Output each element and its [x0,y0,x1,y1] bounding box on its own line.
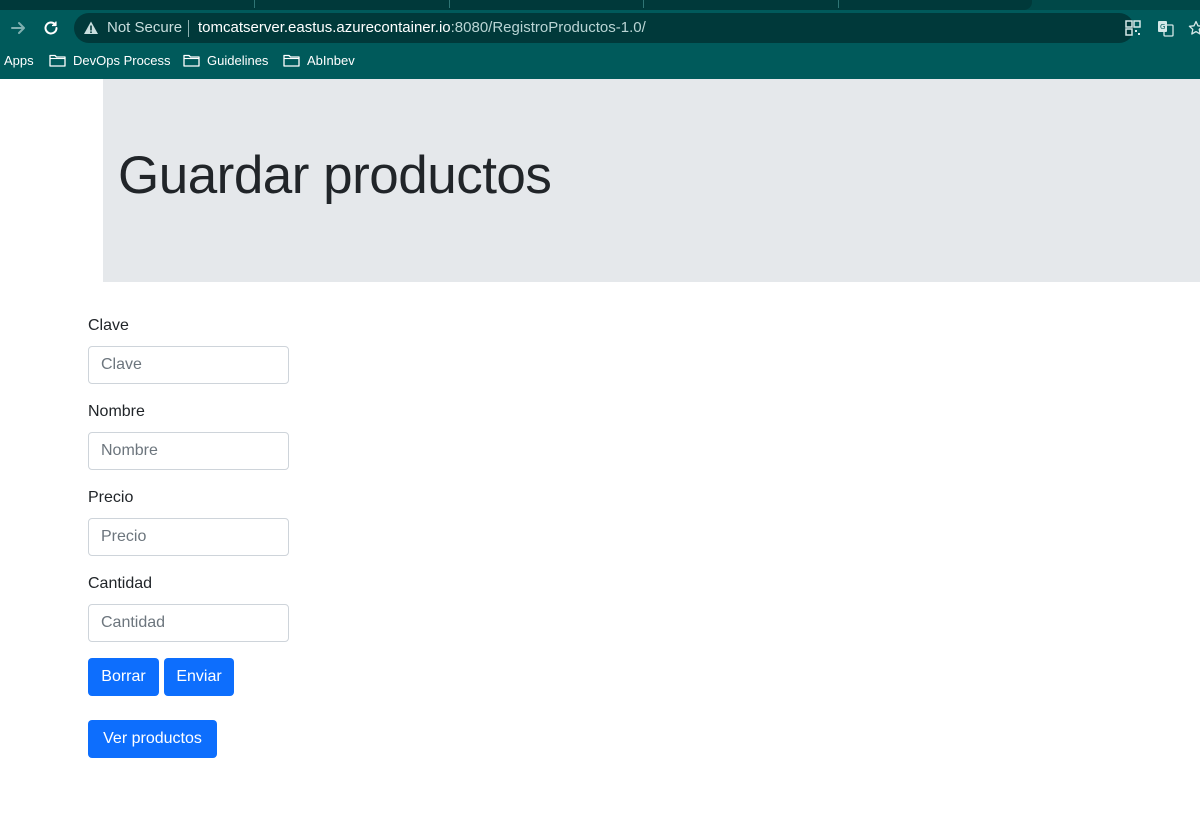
precio-label: Precio [88,489,134,506]
tab-separator [449,0,450,8]
folder-icon [183,54,200,67]
nombre-label: Nombre [88,403,145,420]
enviar-button[interactable]: Enviar [164,658,234,696]
ver-productos-button[interactable]: Ver productos [88,720,217,758]
tab-separator [254,0,255,8]
cantidad-label: Cantidad [88,575,153,592]
bookmark-devops-process[interactable]: DevOps Process [49,51,171,69]
browser-chrome: Not Secure tomcatserver.eastus.azurecont… [0,0,1200,79]
bookmark-apps[interactable]: Apps [4,51,34,69]
bookmark-abinbev[interactable]: AbInbev [283,51,355,69]
bookmark-star-icon[interactable] [1186,18,1200,38]
tab-separator [643,0,644,8]
precio-input[interactable] [88,518,289,556]
reload-icon[interactable] [40,17,62,39]
address-bar[interactable]: Not Secure tomcatserver.eastus.azurecont… [74,13,1134,43]
url-path: :8080/RegistroProductos-1.0/ [450,19,646,36]
clave-label: Clave [88,317,129,334]
folder-icon [49,54,66,67]
bookmarks-bar: Apps DevOps Process Guidelines AbInbev [0,48,1200,72]
clave-input[interactable] [88,346,289,384]
security-label[interactable]: Not Secure [107,20,182,36]
tab-separator [838,0,839,8]
qr-code-icon[interactable] [1123,18,1143,38]
bookmark-guidelines[interactable]: Guidelines [183,51,268,69]
url-text[interactable]: tomcatserver.eastus.azurecontainer.io:80… [198,20,646,36]
bookmark-label: DevOps Process [73,52,171,68]
page-title: Guardar productos [118,146,552,205]
svg-text:G: G [1160,23,1165,31]
cantidad-input[interactable] [88,604,289,642]
omnibox-divider [188,20,189,37]
page-header: Guardar productos [103,79,1200,282]
borrar-button[interactable]: Borrar [88,658,159,696]
bookmark-label: AbInbev [307,52,355,68]
warning-icon[interactable] [83,20,99,36]
tab-strip [0,0,1200,10]
url-host: tomcatserver.eastus.azurecontainer.io [198,19,451,36]
folder-icon [283,54,300,67]
translate-icon[interactable]: G [1155,18,1175,38]
forward-icon[interactable] [8,17,30,39]
active-tab[interactable] [0,0,1032,10]
bookmark-label: Apps [4,52,34,68]
bookmark-label: Guidelines [207,52,269,68]
browser-toolbar: Not Secure tomcatserver.eastus.azurecont… [0,10,1200,46]
nombre-input[interactable] [88,432,289,470]
